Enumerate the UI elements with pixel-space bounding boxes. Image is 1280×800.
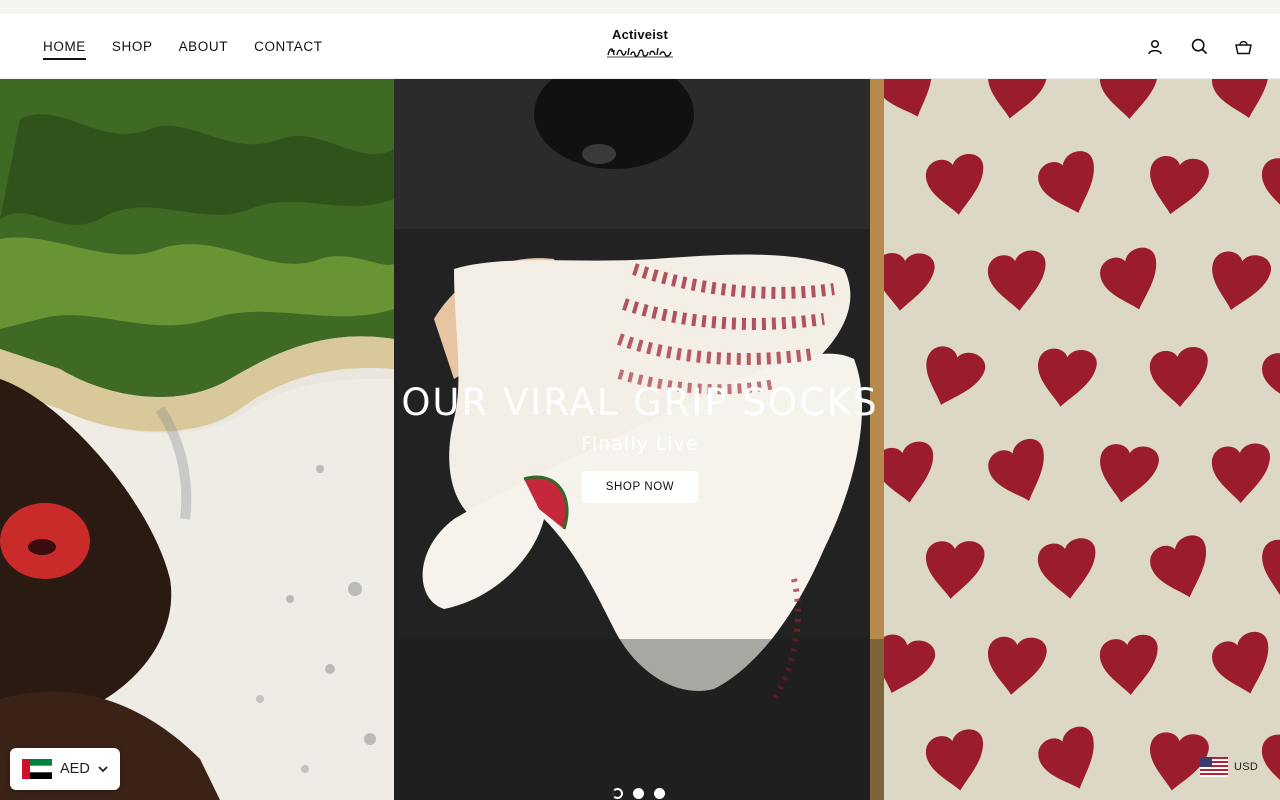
hero-title: OUR VIRAL GRIP SOCKS bbox=[401, 381, 879, 424]
logo-script-mark bbox=[607, 47, 673, 58]
hero-slideshow: OUR VIRAL GRIP SOCKS Finally Live SHOP N… bbox=[0, 79, 1280, 800]
nav-item-home[interactable]: HOME bbox=[43, 40, 86, 60]
currency-selector-aed[interactable]: AED bbox=[10, 748, 120, 790]
header-icon-group bbox=[1146, 14, 1252, 79]
currency-selector-usd[interactable]: USD bbox=[1200, 757, 1258, 777]
account-icon[interactable] bbox=[1146, 38, 1164, 56]
hero-subtitle: Finally Live bbox=[581, 433, 699, 455]
chevron-down-icon bbox=[98, 766, 108, 773]
search-icon[interactable] bbox=[1190, 38, 1208, 56]
currency-code-usd: USD bbox=[1234, 761, 1259, 773]
nav-item-contact[interactable]: CONTACT bbox=[254, 40, 322, 54]
brand-logo[interactable]: Activeist bbox=[602, 28, 678, 66]
us-flag-icon bbox=[1200, 757, 1228, 777]
slideshow-pagination bbox=[612, 788, 665, 799]
nav-item-shop[interactable]: SHOP bbox=[112, 40, 153, 54]
shop-now-button[interactable]: SHOP NOW bbox=[582, 471, 698, 503]
slide-dot-1[interactable] bbox=[612, 788, 623, 799]
slide-dot-2[interactable] bbox=[633, 788, 644, 799]
site-header: HOME SHOP ABOUT CONTACT Activeist bbox=[0, 14, 1280, 79]
announcement-bar bbox=[0, 0, 1280, 14]
slide-dot-3[interactable] bbox=[654, 788, 665, 799]
hero-text-block: OUR VIRAL GRIP SOCKS Finally Live SHOP N… bbox=[0, 379, 1280, 503]
nav-item-about[interactable]: ABOUT bbox=[179, 40, 229, 54]
logo-wordmark: Activeist bbox=[612, 27, 668, 42]
cart-icon[interactable] bbox=[1234, 38, 1252, 56]
main-navigation: HOME SHOP ABOUT CONTACT bbox=[43, 14, 323, 79]
uae-flag-icon bbox=[22, 759, 52, 779]
currency-code-aed: AED bbox=[60, 761, 90, 777]
